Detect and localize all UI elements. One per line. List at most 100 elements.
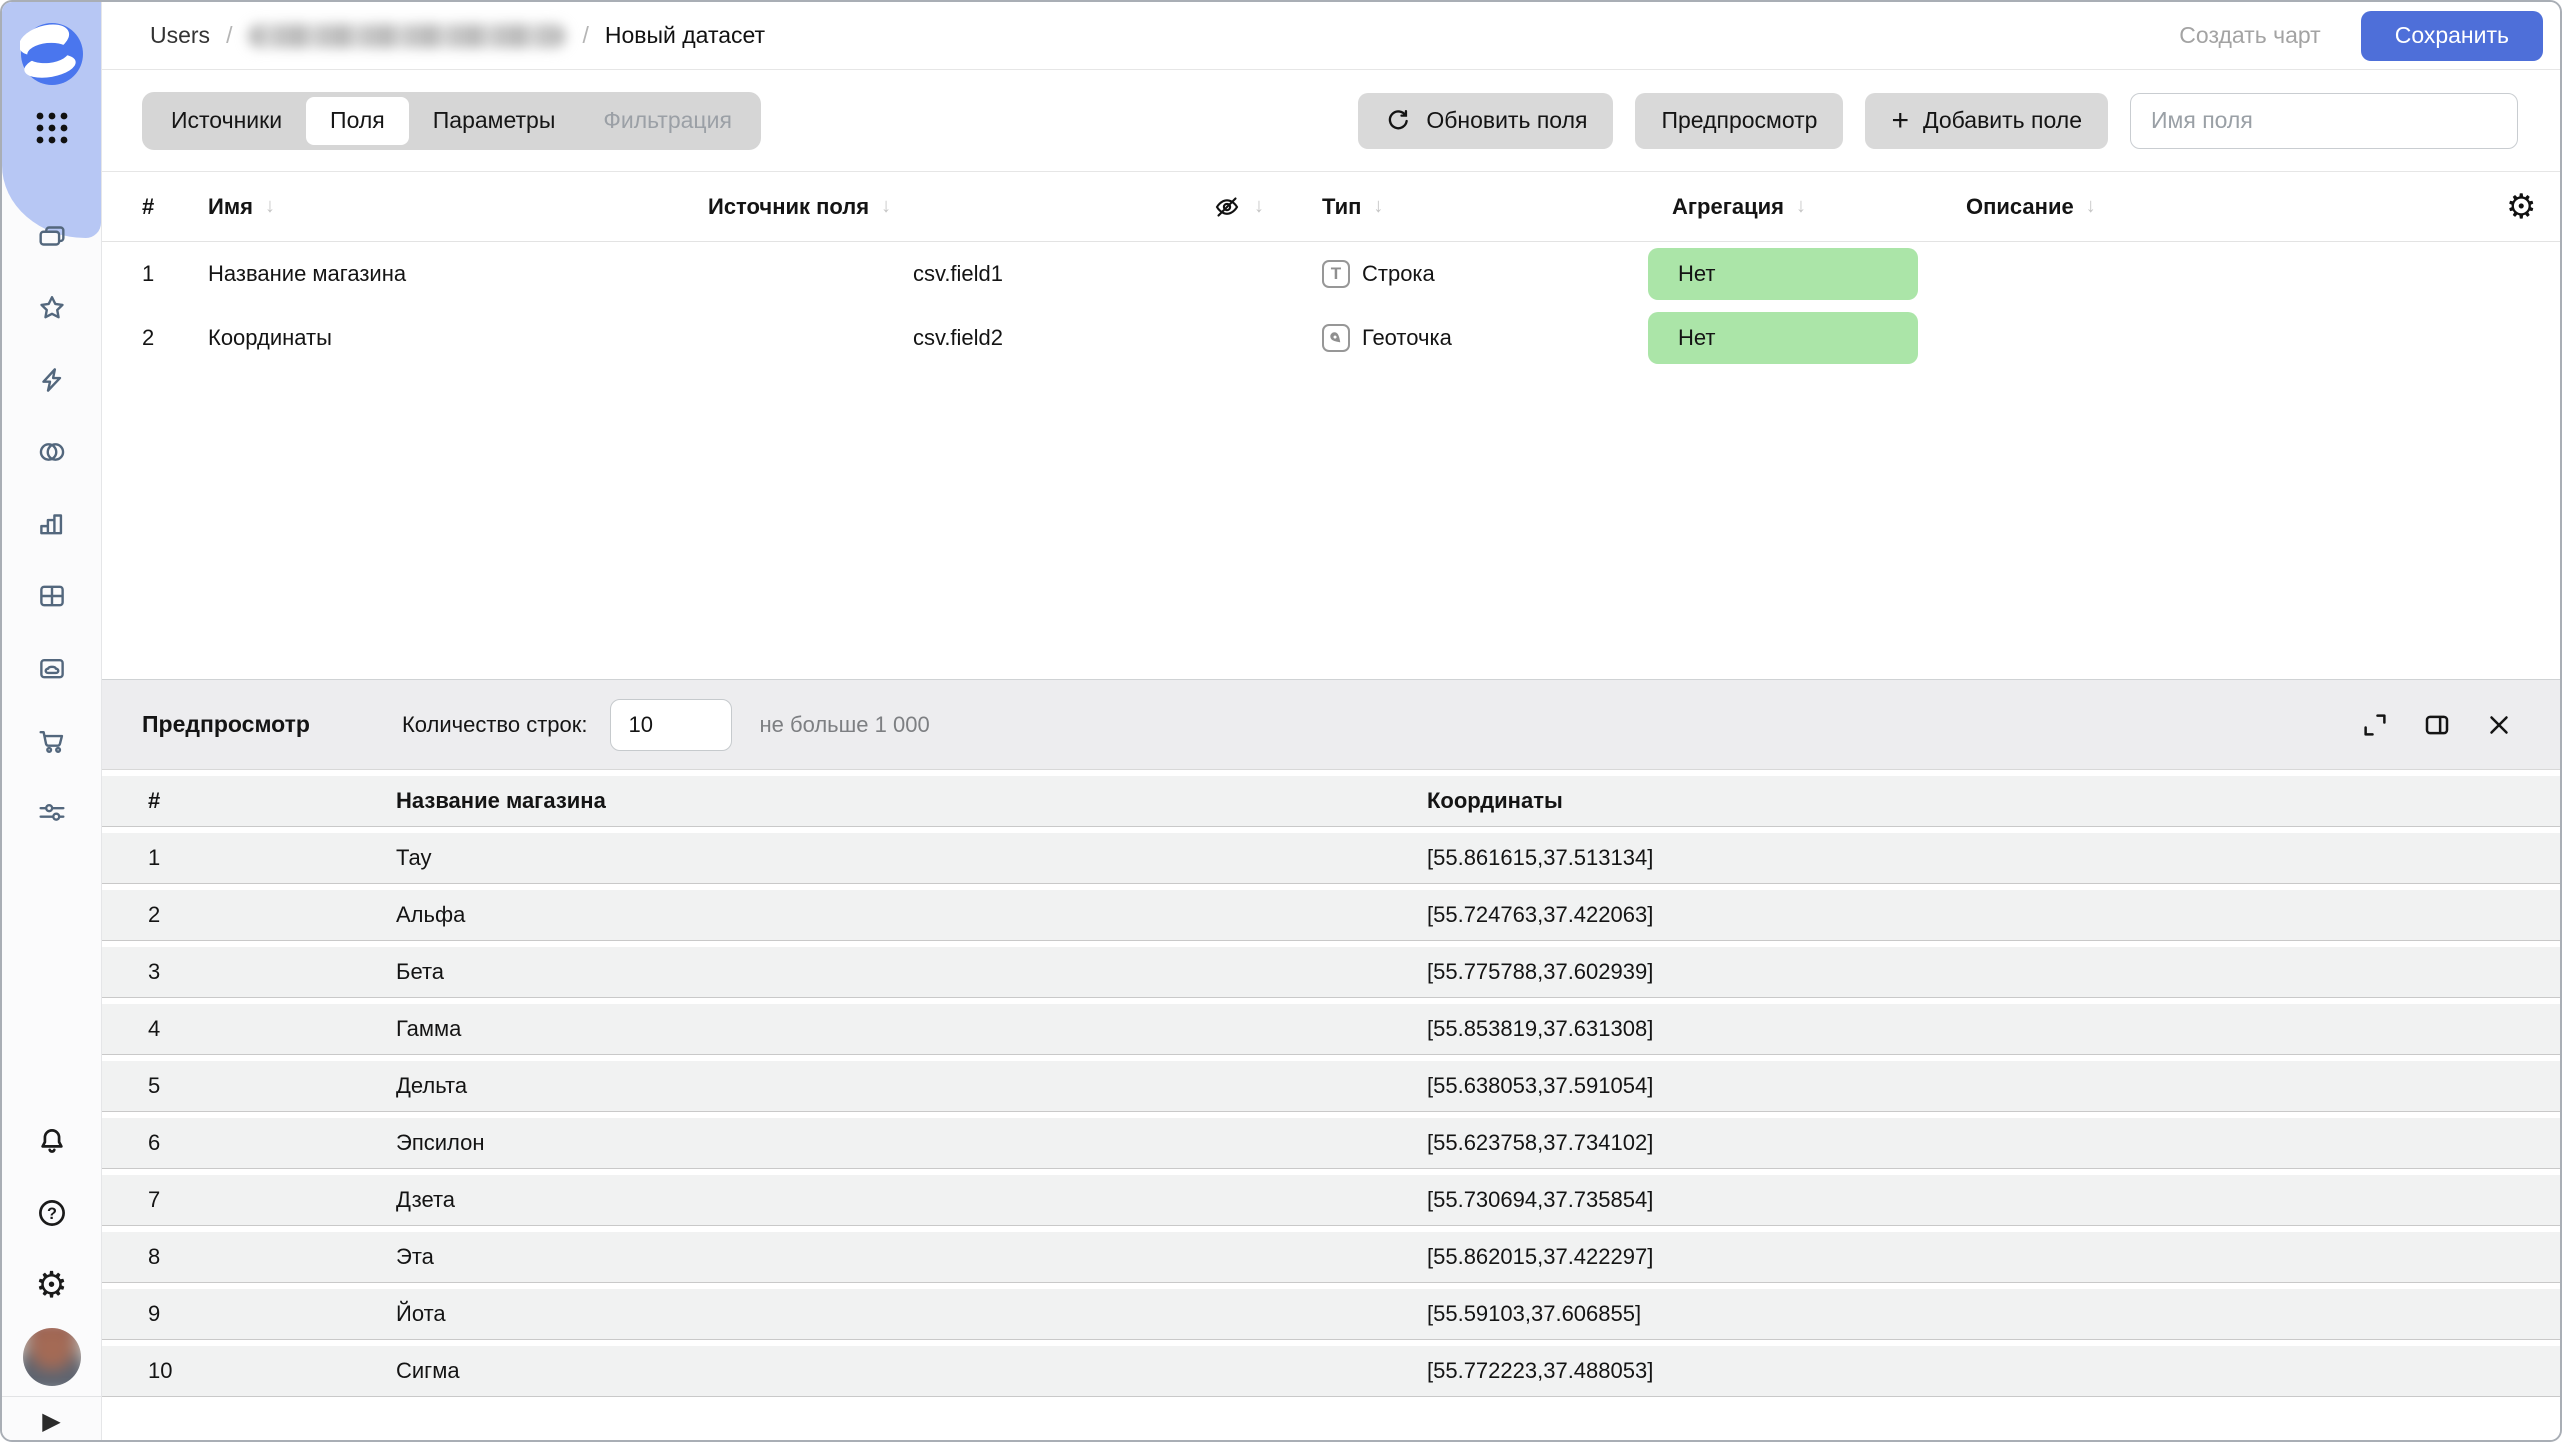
tab-filtering[interactable]: Фильтрация (579, 97, 756, 145)
fields-table-body: 1Название магазинаcsv.field1TСтрокаНет2К… (102, 242, 2560, 370)
column-header-aggregation[interactable]: Агрегация ↓ (1648, 194, 1948, 220)
preview-cell-coords: [55.775788,37.602939] (1427, 959, 2560, 985)
avatar[interactable] (23, 1328, 81, 1386)
column-header-name[interactable]: Имя ↓ (208, 194, 708, 220)
sort-icon: ↓ (2086, 195, 2096, 218)
preview-header: Предпросмотр Количество строк: не больше… (102, 680, 2560, 770)
dashboards-icon[interactable] (2, 560, 101, 632)
preview-split-view-button[interactable] (2420, 708, 2454, 742)
preview-cell-name: Йота (396, 1301, 1427, 1327)
sort-icon: ↓ (265, 195, 275, 218)
sidebar-expand-button[interactable]: ▶ (2, 1400, 101, 1442)
preview-column-number: # (148, 788, 396, 814)
preview-cell-number: 8 (148, 1244, 396, 1270)
preview-table-header: # Название магазина Координаты (102, 776, 2560, 827)
charts-icon[interactable] (2, 488, 101, 560)
string-type-icon: T (1322, 260, 1350, 288)
sidebar-bottom: ? ⚙ (2, 1105, 101, 1393)
geopoint-type-icon (1322, 324, 1350, 352)
field-row[interactable]: 1Название магазинаcsv.field1TСтрокаНет (102, 242, 2560, 306)
preview-cell-coords: [55.59103,37.606855] (1427, 1301, 2560, 1327)
table-settings-gear-icon[interactable]: ⚙ (2484, 187, 2562, 227)
topbar-actions: Создать чарт Сохранить (2179, 11, 2560, 61)
column-header-source[interactable]: Источник поля ↓ (708, 194, 1208, 220)
refresh-fields-button[interactable]: Обновить поля (1358, 93, 1613, 149)
preview-cell-name: Альфа (396, 902, 1427, 928)
preview-cell-coords: [55.772223,37.488053] (1427, 1358, 2560, 1384)
preview-panel: Предпросмотр Количество строк: не больше… (102, 679, 2560, 1440)
sidebar-footer-divider (2, 1396, 101, 1397)
refresh-icon (1384, 107, 1412, 135)
aggregation-select[interactable]: Нет (1648, 248, 1918, 300)
aggregation-select[interactable]: Нет (1648, 312, 1918, 364)
preview-row: 3Бета[55.775788,37.602939] (102, 947, 2560, 998)
preview-row: 4Гамма[55.853819,37.631308] (102, 1004, 2560, 1055)
preview-table: # Название магазина Координаты 1Тау[55.8… (102, 776, 2560, 1397)
preview-row: 8Эта[55.862015,37.422297] (102, 1232, 2560, 1283)
preview-cell-number: 9 (148, 1301, 396, 1327)
column-header-number[interactable]: # (138, 194, 208, 220)
datalens-logo[interactable] (20, 22, 84, 86)
save-button[interactable]: Сохранить (2361, 11, 2543, 61)
tab-fields[interactable]: Поля (306, 97, 409, 145)
preview-cell-number: 10 (148, 1358, 396, 1384)
preview-cell-coords: [55.730694,37.735854] (1427, 1187, 2560, 1213)
help-icon[interactable]: ? (2, 1177, 101, 1249)
dataset-tabs: Источники Поля Параметры Фильтрация (142, 92, 761, 150)
apps-menu-icon[interactable] (28, 106, 76, 150)
favorites-icon[interactable] (2, 272, 101, 344)
preview-cell-name: Бета (396, 959, 1427, 985)
preview-row: 6Эпсилон[55.623758,37.734102] (102, 1118, 2560, 1169)
connections-icon[interactable] (2, 416, 101, 488)
preview-cell-number: 7 (148, 1187, 396, 1213)
column-header-type[interactable]: Тип ↓ (1298, 194, 1648, 220)
preview-cell-coords: [55.861615,37.513134] (1427, 845, 2560, 871)
services-icon[interactable] (2, 776, 101, 848)
field-row[interactable]: 2Координатыcsv.field2ГеоточкаНет (102, 306, 2560, 370)
plus-icon: + (1891, 106, 1909, 136)
preview-close-button[interactable] (2482, 708, 2516, 742)
marketplace-icon[interactable] (2, 704, 101, 776)
preview-cell-number: 2 (148, 902, 396, 928)
rows-count-input[interactable] (610, 699, 732, 751)
field-type-select[interactable]: TСтрока (1298, 260, 1648, 288)
close-icon (2484, 710, 2514, 740)
preview-row: 1Тау[55.861615,37.513134] (102, 833, 2560, 884)
preview-row: 7Дзета[55.730694,37.735854] (102, 1175, 2560, 1226)
field-source: csv.field2 (708, 325, 1208, 351)
create-chart-button[interactable]: Создать чарт (2179, 22, 2320, 49)
column-header-hidden[interactable]: ↓ (1208, 192, 1298, 222)
breadcrumb-user-redacted[interactable] (248, 24, 566, 48)
field-name-search-input[interactable] (2130, 93, 2518, 149)
fields-table-header: # Имя ↓ Источник поля ↓ ↓ Тип ↓ (102, 172, 2560, 242)
column-header-description[interactable]: Описание ↓ (1948, 194, 2484, 220)
field-name: Координаты (208, 325, 708, 351)
settings-gear-icon[interactable]: ⚙ (2, 1249, 101, 1321)
preview-cell-name: Дельта (396, 1073, 1427, 1099)
lightning-icon[interactable] (2, 344, 101, 416)
field-type-select[interactable]: Геоточка (1298, 324, 1648, 352)
bell-icon[interactable] (2, 1105, 101, 1177)
preview-cell-name: Эпсилон (396, 1130, 1427, 1156)
collections-icon[interactable] (2, 200, 101, 272)
preview-controls (2358, 708, 2516, 742)
user-avatar[interactable] (2, 1321, 101, 1393)
preview-column-coords: Координаты (1427, 788, 2560, 814)
sidebar-nav (2, 200, 101, 848)
preview-expand-button[interactable] (2358, 708, 2392, 742)
preview-title: Предпросмотр (142, 711, 310, 738)
datasets-icon[interactable] (2, 632, 101, 704)
tab-parameters[interactable]: Параметры (409, 97, 580, 145)
preview-cell-name: Дзета (396, 1187, 1427, 1213)
tab-sources[interactable]: Источники (147, 97, 306, 145)
breadcrumb-separator: / (226, 22, 232, 49)
breadcrumb-users-link[interactable]: Users (150, 22, 210, 49)
preview-cell-coords: [55.623758,37.734102] (1427, 1130, 2560, 1156)
toolbar: Источники Поля Параметры Фильтрация Обно… (102, 70, 2560, 172)
field-source: csv.field1 (708, 261, 1208, 287)
rows-limit-hint: не больше 1 000 (760, 712, 930, 738)
field-name: Название магазина (208, 261, 708, 287)
sort-icon: ↓ (881, 195, 891, 218)
add-field-button[interactable]: + Добавить поле (1865, 93, 2108, 149)
preview-toggle-button[interactable]: Предпросмотр (1635, 93, 1843, 149)
